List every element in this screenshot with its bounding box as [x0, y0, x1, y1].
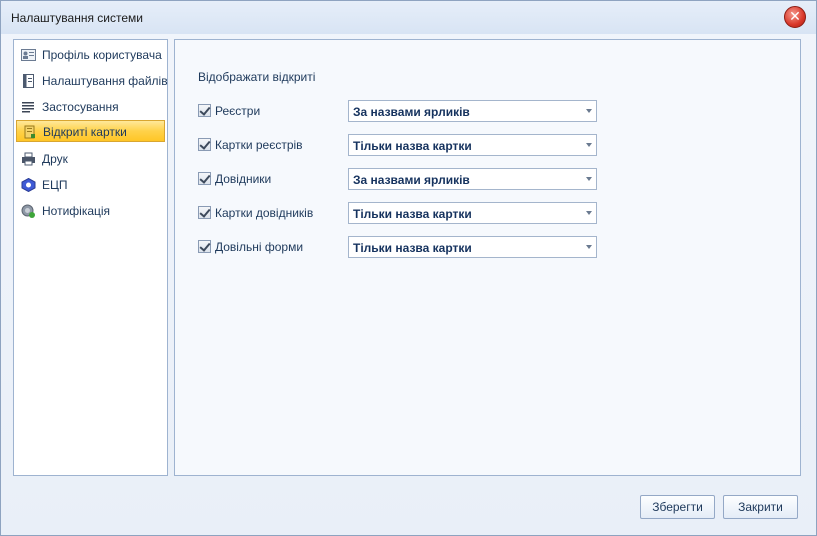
setting-row-register-cards: Картки реєстрів Тільки назва картки [198, 134, 598, 158]
settings-content-panel: Відображати відкриті Реєстри За назвами … [174, 39, 801, 476]
sidebar-item-open-cards[interactable]: Відкриті картки [16, 120, 165, 142]
directory-cards-checkbox[interactable] [198, 206, 211, 219]
close-button[interactable]: Закрити [723, 495, 798, 519]
printer-icon [22, 152, 35, 166]
register-cards-checkbox[interactable] [198, 138, 211, 151]
open-cards-icon [24, 125, 35, 139]
close-icon: ✕ [789, 8, 801, 24]
setting-row-directories: Довідники За назвами ярликів [198, 168, 598, 192]
register-cards-display-select[interactable]: Тільки назва картки [348, 134, 597, 156]
setting-row-label: Довідники [215, 172, 272, 186]
lines-icon [22, 102, 34, 113]
custom-forms-checkbox[interactable] [198, 240, 211, 253]
registers-checkbox[interactable] [198, 104, 211, 117]
setting-row-custom-forms: Довільні форми Тільки назва картки [198, 236, 598, 260]
sidebar-item-file-settings[interactable]: Налаштування файлів [16, 70, 168, 92]
chevron-down-icon [586, 109, 592, 113]
directory-cards-display-select[interactable]: Тільки назва картки [348, 202, 597, 224]
setting-row-label: Картки довідників [215, 206, 314, 220]
registers-display-select[interactable]: За назвами ярликів [348, 100, 597, 122]
sidebar-item-label: Нотифікація [42, 204, 111, 218]
close-window-button[interactable]: ✕ [784, 6, 806, 28]
sidebar-item-label: Налаштування файлів [42, 74, 168, 88]
setting-row-label: Довільні форми [215, 240, 304, 254]
sidebar-item-label: Відкриті картки [43, 125, 127, 139]
select-value: За назвами ярликів [353, 105, 470, 119]
sidebar-item-notification[interactable]: Нотифікація [16, 200, 165, 222]
sidebar-item-digital-signature[interactable]: ЕЦП [16, 174, 165, 196]
sidebar-item-label: Профіль користувача [42, 48, 162, 62]
select-value: Тільки назва картки [353, 139, 472, 153]
sidebar-item-user-profile[interactable]: Профіль користувача [16, 44, 165, 66]
section-label: Відображати відкриті [198, 70, 316, 84]
chevron-down-icon [586, 177, 592, 181]
select-value: Тільки назва картки [353, 207, 472, 221]
sidebar-item-applications[interactable]: Застосування [16, 96, 165, 118]
digital-signature-icon [21, 178, 36, 192]
setting-row-directory-cards: Картки довідників Тільки назва картки [198, 202, 598, 226]
sidebar-item-label: Друк [42, 152, 68, 166]
notification-icon [21, 204, 35, 218]
chevron-down-icon [586, 143, 592, 147]
directories-display-select[interactable]: За назвами ярликів [348, 168, 597, 190]
settings-window: Налаштування системи ✕ Профіль користува… [0, 0, 817, 536]
title-bar: Налаштування системи ✕ [1, 1, 816, 34]
sidebar-item-label: ЕЦП [42, 178, 68, 192]
custom-forms-display-select[interactable]: Тільки назва картки [348, 236, 597, 258]
chevron-down-icon [586, 211, 592, 215]
window-title: Налаштування системи [11, 11, 143, 25]
sidebar-item-label: Застосування [42, 100, 119, 114]
directories-checkbox[interactable] [198, 172, 211, 185]
select-value: Тільки назва картки [353, 241, 472, 255]
setting-row-registers: Реєстри За назвами ярликів [198, 100, 598, 124]
settings-sidebar: Профіль користувача Налаштування файлів … [13, 39, 168, 476]
chevron-down-icon [586, 245, 592, 249]
setting-row-label: Реєстри [215, 104, 261, 118]
select-value: За назвами ярликів [353, 173, 470, 187]
profile-card-icon [21, 49, 36, 61]
save-button[interactable]: Зберегти [640, 495, 715, 519]
sidebar-item-print[interactable]: Друк [16, 148, 165, 170]
setting-row-label: Картки реєстрів [215, 138, 303, 152]
file-settings-icon [23, 74, 34, 88]
